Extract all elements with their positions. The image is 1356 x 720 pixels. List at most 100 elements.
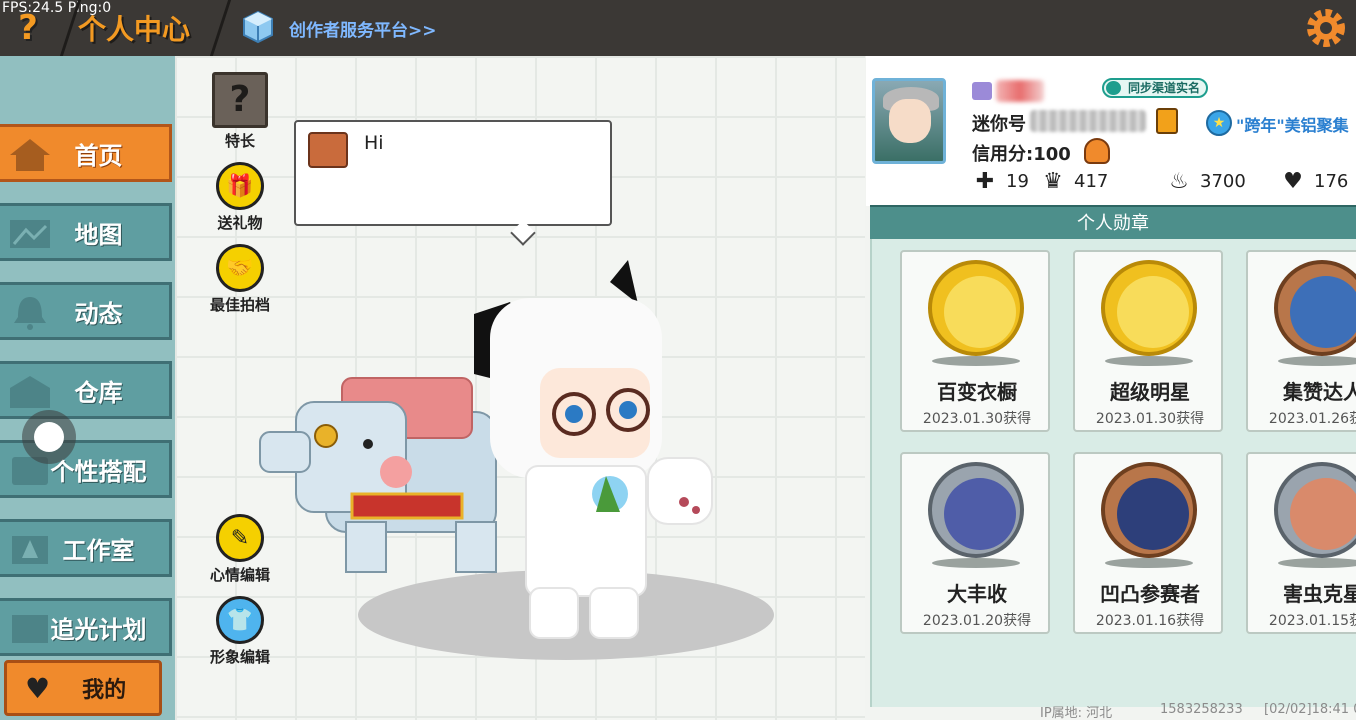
- talent-label: 特长: [224, 132, 255, 150]
- joystick[interactable]: [22, 410, 76, 464]
- stat-heat-value: 3700: [1200, 170, 1246, 192]
- username-redacted: [996, 80, 1044, 102]
- medal-plate: [932, 356, 1020, 366]
- stat-likes-value: 176: [1314, 170, 1349, 192]
- medal-superstar-icon: [1101, 260, 1197, 356]
- map-icon: [10, 220, 50, 248]
- event-star-icon: ★: [1206, 110, 1232, 136]
- avatar-face: [889, 99, 931, 143]
- heart-icon: ♥: [25, 671, 51, 705]
- nav-studio[interactable]: 工作室: [0, 519, 172, 577]
- nav-warehouse-label: 仓库: [74, 378, 123, 407]
- joystick-knob[interactable]: [34, 422, 64, 452]
- medal-name: 凹凸参赛者: [1100, 582, 1200, 606]
- medal-date: 2023.01.26获得: [1268, 411, 1356, 427]
- medal-card[interactable]: 害虫克星 2023.01.15获得: [1246, 452, 1356, 634]
- appearance-edit-button[interactable]: 👕 形象编辑: [205, 596, 275, 667]
- ip-location: IP属地: 河北: [1040, 706, 1113, 720]
- help-button[interactable]: ?: [8, 6, 48, 50]
- medal-card[interactable]: 百变衣橱 2023.01.30获得: [900, 250, 1050, 432]
- medal-card[interactable]: 超级明星 2023.01.30获得: [1073, 250, 1223, 432]
- nav-feed[interactable]: 动态: [0, 282, 172, 340]
- medal-pest-icon: [1274, 462, 1356, 558]
- send-gift-label: 送礼物: [217, 214, 263, 232]
- title-divider-2: [200, 0, 232, 56]
- medal-contestant-icon: [1101, 462, 1197, 558]
- nav-chase-light-label: 追光计划: [50, 615, 147, 644]
- stat-rank: ✚ 19: [972, 168, 1029, 194]
- medal-plate: [1278, 356, 1356, 366]
- nav-home[interactable]: 首页: [0, 124, 172, 182]
- nav-mine[interactable]: ♥ 我的: [4, 660, 162, 716]
- cube-icon[interactable]: [242, 10, 274, 44]
- medal-plate: [1105, 356, 1193, 366]
- medal-card[interactable]: 大丰收 2023.01.20获得: [900, 452, 1050, 634]
- nav-chase-light[interactable]: 追光计划: [0, 598, 172, 656]
- bubble-text: Hi: [364, 132, 384, 154]
- gift-icon: 🎁: [216, 162, 264, 210]
- flame-icon: ♨: [1169, 168, 1189, 194]
- vip-icon: [972, 82, 992, 100]
- player-character[interactable]: [470, 258, 730, 648]
- gear-icon[interactable]: [1304, 6, 1348, 50]
- bubble-avatar: [308, 132, 348, 168]
- medal-name: 大丰收: [947, 582, 1007, 606]
- bell-icon: [14, 297, 46, 330]
- outfit-icon: 👕: [216, 596, 264, 644]
- medal-harvest-icon: [928, 462, 1024, 558]
- heart-icon: ♥: [1283, 168, 1303, 194]
- medal-plate: [1105, 558, 1193, 568]
- nav-home-label: 首页: [74, 141, 123, 170]
- medal-date: 2023.01.20获得: [922, 613, 1032, 629]
- warehouse-icon: [10, 376, 50, 408]
- nav-feed-label: 动态: [74, 299, 123, 328]
- nav-warehouse[interactable]: 仓库: [0, 361, 172, 419]
- cheer-icon: ♛: [1043, 168, 1063, 194]
- user-uid: 1583258233: [1160, 702, 1243, 717]
- medal-name: 集赞达人: [1283, 380, 1356, 404]
- nav-map[interactable]: 地图: [0, 203, 172, 261]
- creator-platform-link[interactable]: 创作者服务平台>>: [289, 16, 437, 41]
- copy-id-icon[interactable]: [1156, 108, 1178, 134]
- home-icon: [10, 139, 50, 171]
- question-icon: ?: [212, 72, 268, 128]
- stat-rank-value: 19: [1006, 170, 1029, 192]
- speech-bubble: Hi: [294, 120, 612, 246]
- medal-plate: [932, 558, 1020, 568]
- stat-fans-value: 417: [1074, 170, 1109, 192]
- sync-realname-badge[interactable]: 同步渠道实名: [1102, 78, 1209, 98]
- medal-date: 2023.01.15获得: [1268, 613, 1356, 629]
- mini-id-label: 迷你号: [972, 114, 1026, 135]
- event-title[interactable]: "跨年"美铝聚集: [1236, 112, 1349, 136]
- page-title: 个人中心: [78, 13, 191, 46]
- plan-icon: [12, 615, 48, 643]
- medal-plate: [1278, 558, 1356, 568]
- medal-name: 害虫克星: [1283, 582, 1356, 606]
- medal-name: 超级明星: [1110, 380, 1190, 404]
- studio-icon: [12, 536, 48, 564]
- medal-date: 2023.01.30获得: [922, 411, 1032, 427]
- talent-button[interactable]: ? 特长: [205, 72, 275, 151]
- medal-card[interactable]: 集赞达人 2023.01.26获得: [1246, 250, 1356, 432]
- nav-studio-label: 工作室: [62, 536, 135, 565]
- avatar[interactable]: [872, 78, 946, 164]
- medal-date: 2023.01.30获得: [1095, 411, 1205, 427]
- nav-map-label: 地图: [74, 220, 123, 249]
- medals-header: 个人勋章: [870, 205, 1356, 239]
- medal-card[interactable]: 凹凸参赛者 2023.01.16获得: [1073, 452, 1223, 634]
- medal-name: 百变衣橱: [937, 380, 1017, 404]
- bookmark-plus-icon: ✚: [975, 168, 995, 194]
- stat-fans: ♛ 417: [1040, 168, 1108, 194]
- medal-date: 2023.01.16获得: [1095, 613, 1205, 629]
- top-bar: FPS:24.5 Ping:0 ? 个人中心 创作者服务平台>>: [0, 0, 1356, 56]
- best-partner-label: 最佳拍档: [209, 296, 270, 314]
- nav-mine-label: 我的: [82, 678, 127, 703]
- left-nav: 首页 地图 动态 仓库 个性搭配 工作室 追光计划 ♥ 我的: [0, 56, 175, 720]
- send-gift-button[interactable]: 🎁 送礼物: [205, 162, 275, 233]
- best-partner-button[interactable]: 🤝 最佳拍档: [205, 244, 275, 315]
- appearance-edit-label: 形象编辑: [209, 648, 270, 666]
- timestamp: [02/02]18:41 0: [1264, 702, 1356, 717]
- credit-score: 信用分:100: [972, 144, 1071, 165]
- credit-user-icon[interactable]: [1084, 138, 1110, 164]
- mini-id-redacted: [1030, 110, 1146, 132]
